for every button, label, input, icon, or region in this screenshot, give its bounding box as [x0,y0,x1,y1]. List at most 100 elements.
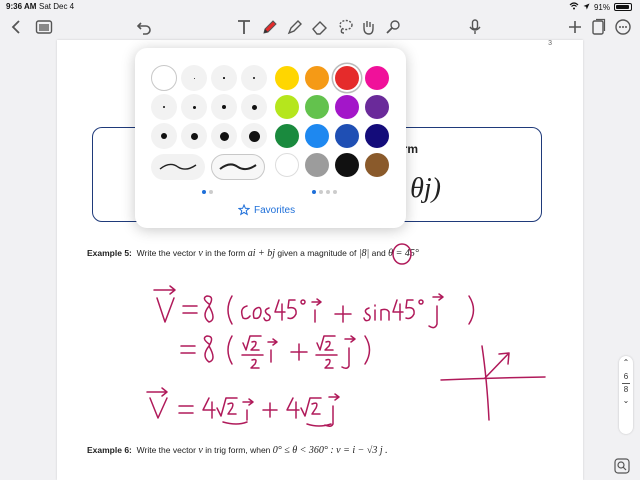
page-current: 6 [623,372,629,381]
color-swatch[interactable] [305,66,329,90]
color-swatch[interactable] [335,95,359,119]
ink-line3-4b [286,397,300,419]
color-swatch[interactable] [365,153,389,177]
pen-icon[interactable] [259,16,281,38]
favorites-button[interactable]: Favorites [238,204,295,216]
stroke-size-option[interactable] [151,123,177,149]
ink-line1-v [156,297,175,323]
color-swatch[interactable] [365,95,389,119]
stroke-size-option[interactable] [211,94,237,120]
pages-icon[interactable] [587,16,609,38]
magnitude-circle-ink [392,243,412,265]
add-page-icon[interactable] [564,16,586,38]
color-swatch[interactable] [305,95,329,119]
color-swatch[interactable] [335,66,359,90]
highlighter-icon[interactable] [284,16,306,38]
stroke-size-option[interactable] [241,123,267,149]
stroke-size-option[interactable] [241,65,267,91]
ink-underline-2 [306,423,332,427]
ink-line2-paren-open [227,335,233,365]
ink-line1-paren-close [468,295,475,325]
ink-vector-arrow [484,352,510,379]
color-swatch[interactable] [275,153,299,177]
color-swatch[interactable] [335,124,359,148]
color-swatch[interactable] [335,153,359,177]
colors-pager-dot-2[interactable] [319,190,323,194]
ink-line2-i [267,338,278,363]
ink-x-axis [440,376,546,381]
ink-line1-cos [240,305,271,322]
ink-line3-equals [178,405,194,414]
colors-pager-dot-1[interactable] [312,190,316,194]
stroke-size-option[interactable] [151,94,177,120]
color-swatch[interactable] [365,124,389,148]
ink-line1-sin [363,304,390,322]
sizes-pager-dot-2[interactable] [209,190,213,194]
ink-line1-paren-open [227,295,233,325]
text-tool-icon[interactable] [233,16,255,38]
ink-line3-root-b [300,397,322,417]
color-swatch[interactable] [365,66,389,90]
lasso-icon[interactable] [334,16,356,38]
colors-pager-dot-4[interactable] [333,190,337,194]
ink-line2-paren-close [364,335,371,365]
ink-line1-degree2 [418,299,424,305]
more-icon[interactable] [612,16,634,38]
color-swatch[interactable] [275,95,299,119]
stroke-style-option[interactable] [151,154,205,180]
ink-line3-i [242,398,254,421]
ink-line2-equals [180,345,196,354]
ink-line1-eight [203,295,214,323]
color-swatch[interactable] [275,124,299,148]
color-swatch[interactable] [305,153,329,177]
microphone-icon[interactable] [464,16,486,38]
stroke-size-option[interactable] [151,65,177,91]
sizes-pager[interactable] [202,190,213,194]
color-swatch[interactable] [275,66,299,90]
color-swatch[interactable] [305,124,329,148]
status-date: Sat Dec 4 [39,2,75,11]
pen-style-popover: Favorites [135,48,406,228]
stroke-size-option[interactable] [211,65,237,91]
ink-line2-eight [203,335,214,363]
page-indicator[interactable]: ⌃ 6 8 ⌄ [619,356,633,434]
sizes-pager-dot-1[interactable] [202,190,206,194]
eraser-icon[interactable] [309,16,331,38]
ink-underline-1 [222,421,248,425]
ink-line2-plus [290,343,308,361]
ink-line1-vector-arrow [153,285,176,295]
ink-line3-vector-arrow [146,387,168,397]
laser-pointer-icon[interactable] [382,16,404,38]
status-time: 9:36 AM [6,2,37,11]
undo-icon[interactable] [133,16,155,38]
sidebar-icon[interactable] [33,16,55,38]
ink-line1-degree1 [300,299,306,305]
stroke-style-option[interactable] [211,154,265,180]
ink-line3-v [149,397,168,419]
zoom-icon[interactable] [614,458,630,474]
ink-line1-equals [182,305,198,314]
colors-pager-dot-3[interactable] [326,190,330,194]
ink-line1-i [311,298,322,323]
battery-percent: 91% [593,2,610,12]
status-right: 91% [569,2,632,12]
wifi-icon [569,2,579,12]
stroke-size-option[interactable] [211,123,237,149]
ink-line1-j [428,293,444,329]
chevron-down-icon[interactable]: ⌄ [619,396,633,405]
stroke-size-option[interactable] [181,65,207,91]
colors-pager[interactable] [312,190,337,194]
chevron-up-icon[interactable]: ⌃ [619,358,633,367]
chevron-left-icon[interactable] [6,16,28,38]
hand-tool-icon[interactable] [357,16,379,38]
favorites-star-icon [238,204,250,216]
stroke-size-option[interactable] [241,94,267,120]
stroke-size-option[interactable] [181,94,207,120]
ink-line3-plus [262,402,278,418]
favorites-label: Favorites [254,204,296,216]
status-bar: 9:36 AM Sat Dec 4 91% [0,0,640,13]
ink-line1-plus [334,305,352,323]
stroke-size-option[interactable] [181,123,207,149]
ink-y-axis [481,345,490,421]
toolbar [0,13,640,40]
